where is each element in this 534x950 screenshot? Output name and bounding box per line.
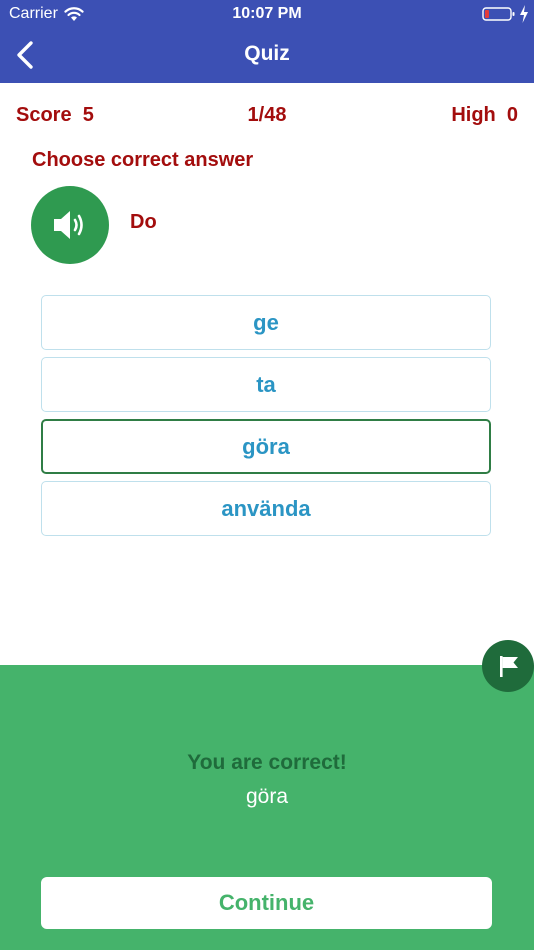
page-title: Quiz	[244, 42, 290, 65]
feedback-message: You are correct!	[187, 751, 347, 774]
answer-option-selected[interactable]: göra	[41, 419, 491, 474]
stats-row: Score 5 1/48 High 0	[0, 104, 534, 130]
high-score-label: High 0	[451, 104, 518, 126]
report-button[interactable]	[482, 640, 534, 692]
answer-option[interactable]: använda	[41, 481, 491, 536]
instruction-text: Choose correct answer	[32, 149, 254, 171]
question-word: Do	[130, 211, 157, 233]
answer-option[interactable]: ge	[41, 295, 491, 350]
correct-answer: göra	[245, 785, 289, 808]
play-audio-button[interactable]	[31, 186, 109, 264]
clock: 10:07 PM	[232, 5, 302, 22]
speaker-icon	[54, 211, 83, 239]
answer-option[interactable]: ta	[41, 357, 491, 412]
continue-button[interactable]: Continue	[41, 877, 492, 929]
charging-icon	[520, 5, 528, 23]
flag-icon	[500, 656, 518, 677]
status-bar: Carrier 10:07 PM	[0, 0, 534, 28]
battery-icon	[482, 7, 515, 21]
nav-bar: Quiz	[0, 28, 534, 83]
